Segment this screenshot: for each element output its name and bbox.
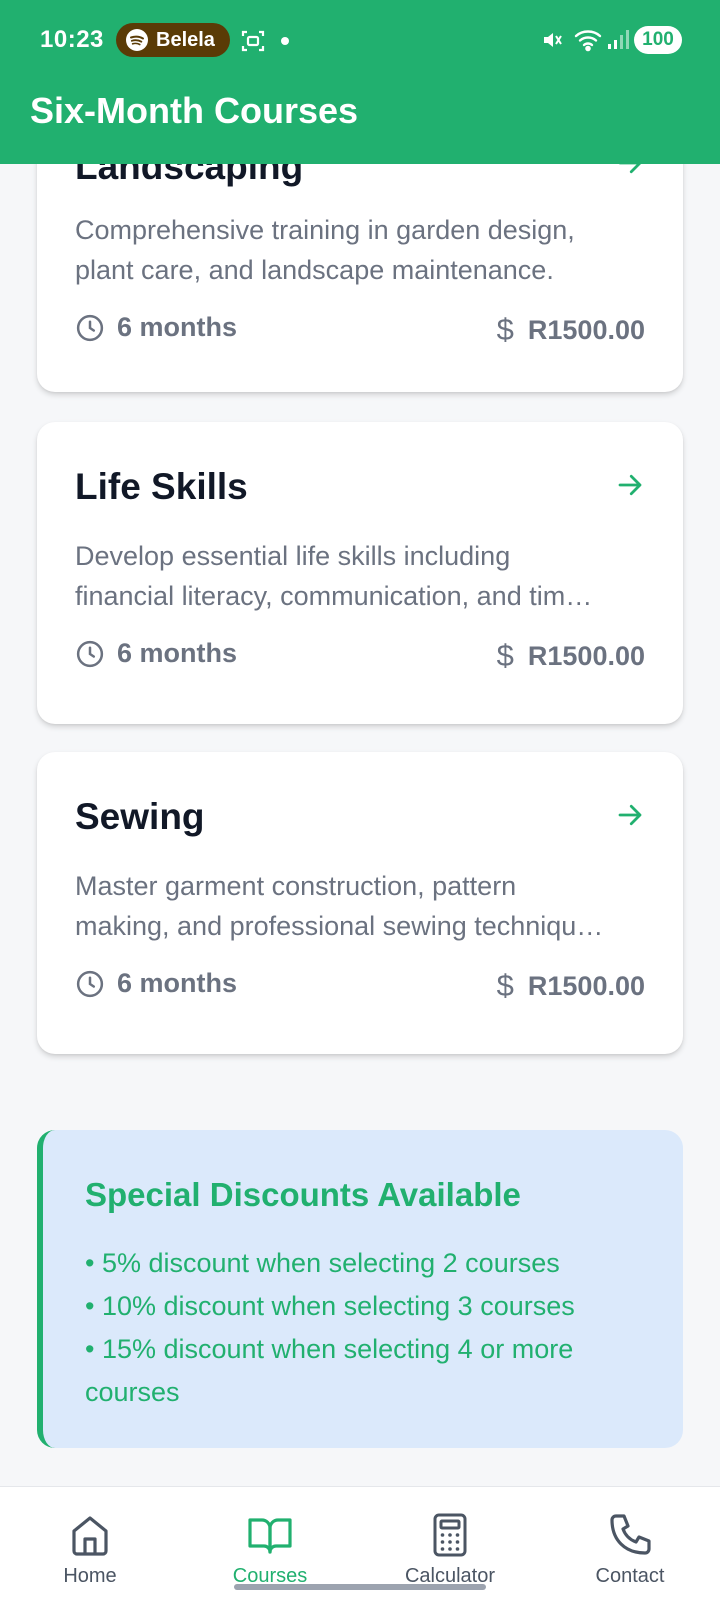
calculator-icon	[433, 1513, 467, 1557]
app-header: 10:23 Belela 100 Six-Month Courses	[0, 0, 720, 164]
course-list[interactable]: Landscaping Comprehensive training in ga…	[0, 0, 720, 1486]
course-duration: 6 months	[75, 638, 237, 669]
book-icon	[248, 1518, 292, 1554]
clock-icon	[76, 314, 104, 341]
arrow-right-icon	[618, 474, 642, 496]
dollar-icon: $	[496, 968, 514, 1003]
nav-label: Home	[63, 1565, 117, 1587]
mute-icon	[544, 33, 562, 47]
page-title: Six-Month Courses	[30, 90, 359, 131]
dollar-icon: $	[496, 638, 514, 673]
discount-item: • 15% discount when selecting 4 or more …	[85, 1334, 574, 1407]
course-title: Life Skills	[75, 466, 248, 507]
course-card-life-skills[interactable]: Life Skills Develop essential life skill…	[37, 422, 683, 724]
course-title: Sewing	[75, 796, 205, 837]
course-duration: 6 months	[75, 312, 237, 343]
dollar-icon: $	[496, 312, 514, 347]
notification-dot	[281, 37, 289, 45]
spotify-label: Belela	[156, 28, 215, 51]
status-bar: 10:23 Belela 100	[0, 20, 720, 64]
bottom-navigation: Home Courses Calculator Contact	[0, 1486, 720, 1600]
spotify-media-pill[interactable]: Belela	[116, 23, 230, 57]
home-icon	[72, 1516, 108, 1556]
battery-indicator: 100	[634, 26, 682, 54]
discounts-list: • 5% discount when selecting 2 courses •…	[85, 1242, 645, 1414]
gesture-bar[interactable]	[234, 1584, 486, 1590]
nav-label: Contact	[595, 1565, 665, 1587]
nav-home[interactable]: Home	[0, 1487, 180, 1600]
course-duration: 6 months	[75, 968, 237, 999]
discounts-title: Special Discounts Available	[85, 1176, 521, 1213]
course-price: $ R1500.00	[496, 968, 645, 1003]
discounts-panel: Special Discounts Available • 5% discoun…	[37, 1130, 683, 1448]
discount-item: • 5% discount when selecting 2 courses	[85, 1248, 560, 1278]
wifi-icon	[574, 30, 602, 52]
clock-icon	[76, 970, 104, 997]
screen-record-icon	[241, 30, 265, 52]
signal-icon	[608, 30, 629, 49]
phone-icon	[610, 1514, 651, 1555]
course-description: Develop essential life skills including …	[75, 541, 593, 611]
arrow-right-icon	[618, 804, 642, 826]
status-time: 10:23	[40, 26, 104, 53]
clock-icon	[76, 640, 104, 667]
course-price: $ R1500.00	[496, 638, 645, 673]
course-price: $ R1500.00	[496, 312, 645, 347]
discount-item: • 10% discount when selecting 3 courses	[85, 1291, 575, 1321]
spotify-icon	[126, 29, 148, 51]
course-description: Master garment construction, pattern mak…	[75, 871, 604, 941]
nav-contact[interactable]: Contact	[540, 1487, 720, 1600]
course-description: Comprehensive training in garden design,…	[75, 215, 575, 285]
course-card-sewing[interactable]: Sewing Master garment construction, patt…	[37, 752, 683, 1054]
